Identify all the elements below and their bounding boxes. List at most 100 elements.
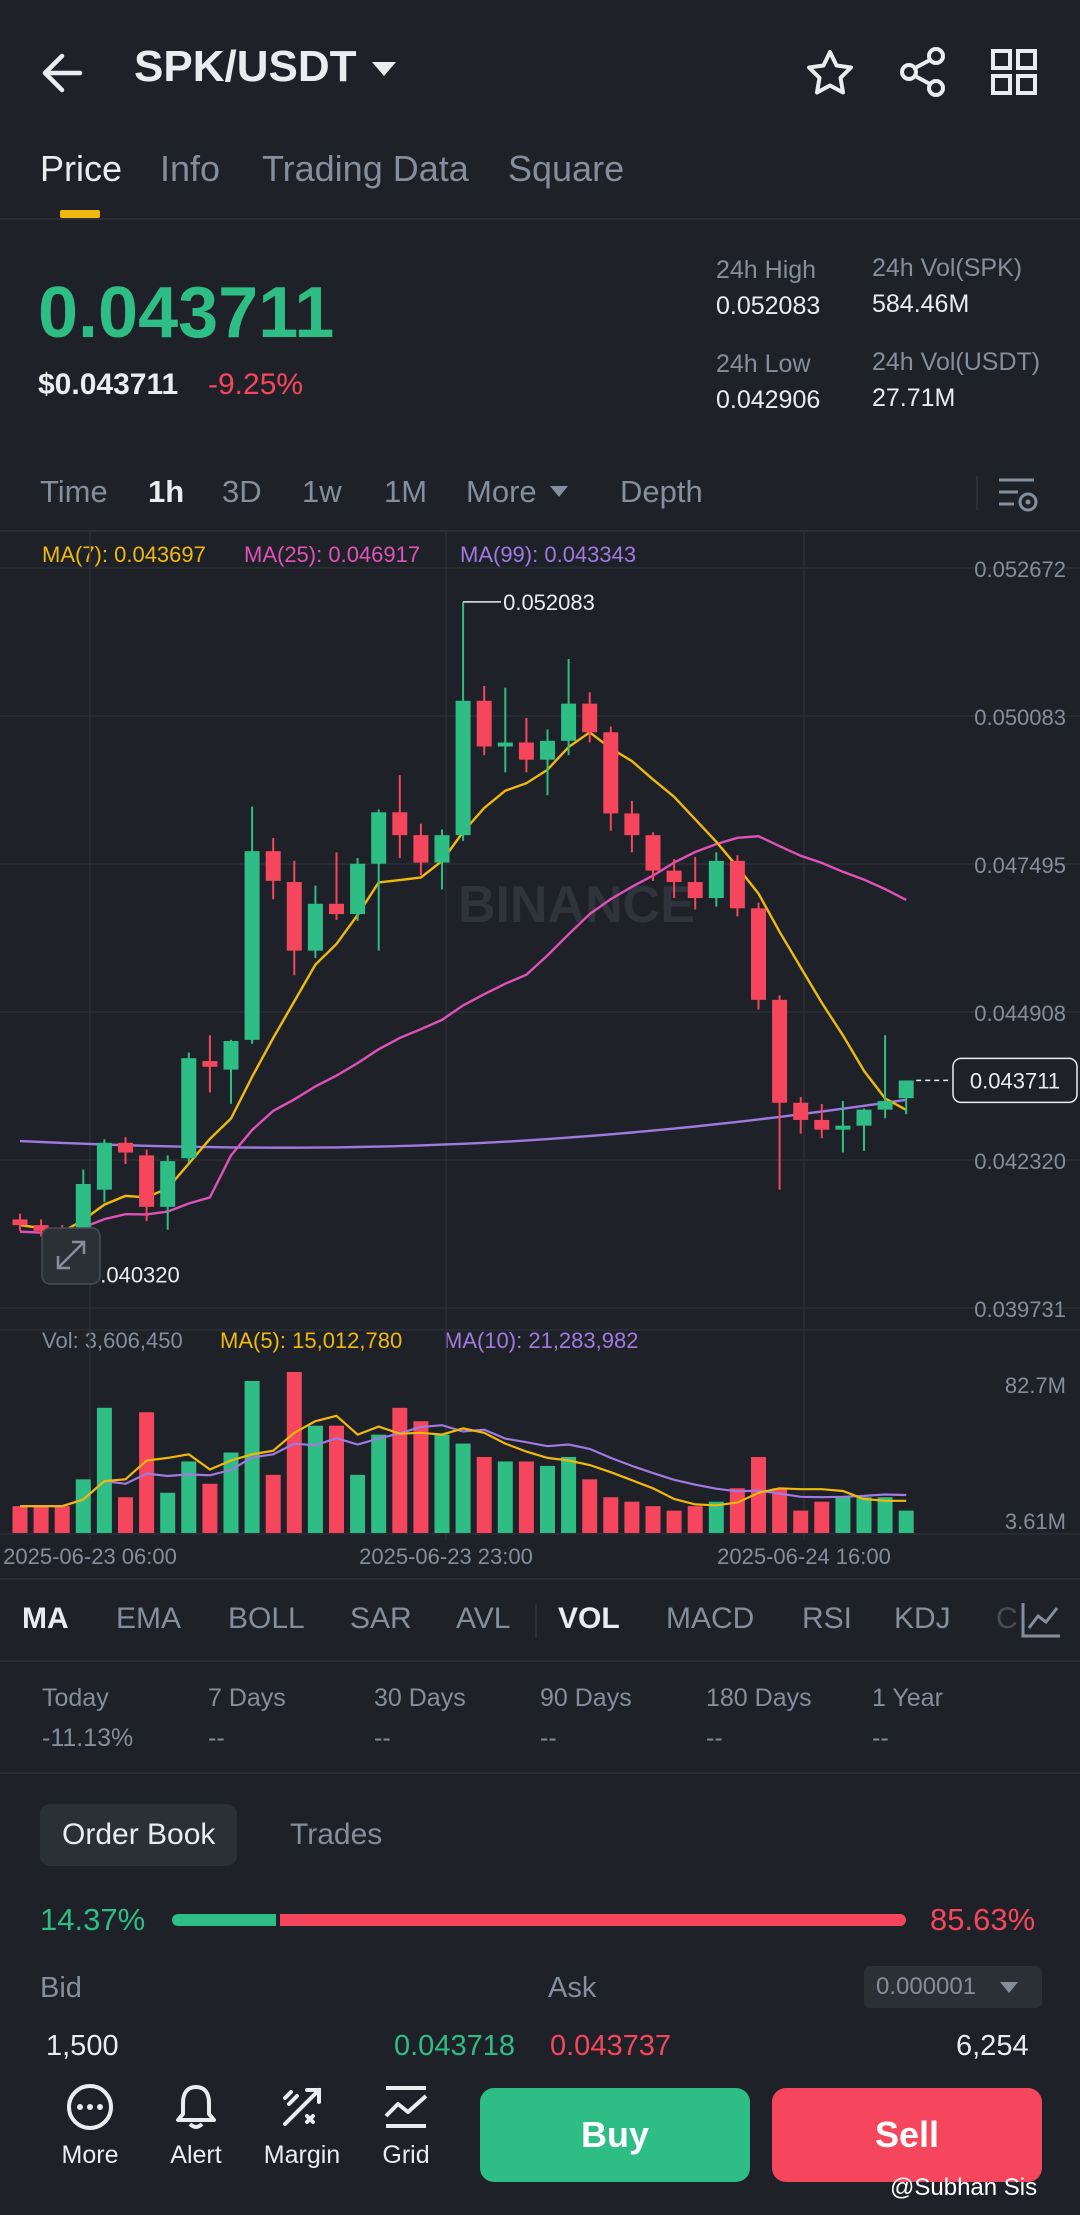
volume-bar (856, 1497, 872, 1533)
chevron-down-icon (1000, 1982, 1018, 1993)
price-axis-label: 0.047495 (974, 853, 1066, 878)
bid-price[interactable]: 0.043718 (394, 2030, 515, 2063)
margin-icon (283, 2088, 321, 2126)
price-axis-label: 0.042320 (974, 1149, 1066, 1174)
star-icon[interactable] (804, 48, 856, 98)
bid-ratio-bar (172, 1914, 276, 1926)
period-180d-label: 180 Days (706, 1684, 812, 1712)
price-axis-label: 0.044908 (974, 1001, 1066, 1026)
timeframe-1w[interactable]: 1w (302, 474, 342, 510)
volume-axis-label: 82.7M (1005, 1373, 1066, 1398)
volume-bar (54, 1506, 70, 1533)
tab-price[interactable]: Price (40, 148, 122, 190)
volume-bar (455, 1443, 471, 1533)
volume-bar (603, 1497, 619, 1533)
tab-info[interactable]: Info (160, 148, 220, 190)
indicator-ema[interactable]: EMA (116, 1602, 181, 1636)
sell-button[interactable]: Sell (772, 2088, 1042, 2182)
indicator-sar[interactable]: SAR (350, 1602, 412, 1636)
candle-body (518, 742, 534, 760)
candle-body (856, 1109, 872, 1126)
back-arrow-icon[interactable] (40, 50, 90, 96)
volume-bar (75, 1479, 91, 1533)
candle-body (497, 742, 513, 747)
period-90d-label: 90 Days (540, 1684, 632, 1712)
tab-square[interactable]: Square (508, 148, 624, 190)
volume-bar (540, 1465, 555, 1533)
last-price: 0.043711 (38, 273, 335, 353)
candle-body (160, 1161, 176, 1207)
candle-body (877, 1101, 893, 1110)
precision-select[interactable]: 0.000001 (864, 1966, 1042, 2008)
timeframe-3d[interactable]: 3D (222, 474, 262, 510)
volume-bar (118, 1497, 133, 1533)
volume-bar (814, 1501, 830, 1533)
nav-margin[interactable]: Margin (252, 2082, 352, 2170)
price-change-percent: -9.25% (208, 368, 304, 401)
volume-bar (476, 1456, 492, 1533)
tab-trading-data[interactable]: Trading Data (262, 148, 469, 190)
timeframe-1m[interactable]: 1M (384, 474, 427, 510)
nav-grid[interactable]: Grid (356, 2082, 456, 2170)
indicator-vol[interactable]: VOL (558, 1602, 620, 1636)
bid-ratio: 14.37% (40, 1902, 146, 1937)
price-axis-label: 0.050083 (974, 705, 1066, 730)
tab-order-book[interactable]: Order Book (40, 1804, 238, 1866)
candle-body (835, 1125, 851, 1130)
candle-body (708, 860, 724, 899)
price-axis-label: 0.052672 (974, 557, 1066, 582)
ask-ratio: 85.63% (930, 1902, 1036, 1937)
indicator-boll[interactable]: BOLL (228, 1602, 305, 1636)
chart-settings-icon[interactable] (996, 474, 1040, 514)
candle-body (540, 740, 555, 760)
tab-trades[interactable]: Trades (268, 1804, 404, 1866)
more-caret-icon[interactable] (550, 486, 568, 497)
timeframe-1h[interactable]: 1h (148, 474, 184, 510)
bell-icon (176, 2085, 216, 2129)
time-axis-label: 2025-06-23 06:00 (3, 1544, 177, 1569)
candle-body (307, 903, 323, 951)
ask-price[interactable]: 0.043737 (550, 2030, 671, 2063)
volume-bar (202, 1483, 218, 1533)
chevron-down-icon[interactable] (372, 62, 396, 76)
price-chart[interactable]: 0.052672 0.050083 0.047495 0.044908 0.042320… (0, 530, 1080, 1580)
time-axis-label: 2025-06-24 16:00 (717, 1544, 891, 1569)
vol-base-value: 584.46M (872, 290, 970, 318)
nav-alert[interactable]: Alert (146, 2082, 246, 2170)
candle-body (392, 812, 408, 836)
timeframe-time[interactable]: Time (40, 474, 108, 510)
candle-body (118, 1142, 133, 1153)
volume-bar (582, 1479, 598, 1533)
indicator-avl[interactable]: AVL (456, 1602, 510, 1636)
buy-button[interactable]: Buy (480, 2088, 750, 2182)
candle-body (181, 1058, 197, 1159)
volume-axis-label: 3.61M (1005, 1509, 1066, 1534)
candle-body (898, 1080, 914, 1099)
divider (535, 1604, 537, 1638)
volume-bar (33, 1506, 49, 1533)
indicator-kdj[interactable]: KDJ (894, 1602, 951, 1636)
timeframe-depth[interactable]: Depth (620, 474, 703, 510)
indicator-ma[interactable]: MA (22, 1602, 69, 1636)
indicator-settings-icon[interactable] (1020, 1600, 1062, 1640)
share-icon[interactable] (898, 46, 948, 98)
period-today-label: Today (42, 1684, 109, 1712)
volume-bar (561, 1456, 577, 1533)
indicator-macd[interactable]: MACD (666, 1602, 754, 1636)
period-1y-value: -- (872, 1724, 889, 1752)
low-24h-value: 0.042906 (716, 386, 821, 414)
nav-more[interactable]: More (40, 2082, 140, 2170)
period-30d-value: -- (374, 1724, 391, 1752)
indicator-more[interactable]: C (996, 1602, 1018, 1636)
pair-title[interactable]: SPK/USDT (134, 42, 356, 92)
volume-bar (223, 1452, 239, 1533)
candle-body (729, 860, 745, 909)
watermark: @Subhan Sis (890, 2174, 1038, 2201)
candle-body (687, 882, 703, 899)
grid-icon[interactable] (990, 48, 1038, 96)
volume-bar (96, 1407, 112, 1533)
usd-price: $0.043711 (38, 368, 179, 401)
candle-body (434, 835, 450, 863)
timeframe-more[interactable]: More (466, 474, 537, 510)
indicator-rsi[interactable]: RSI (802, 1602, 852, 1636)
